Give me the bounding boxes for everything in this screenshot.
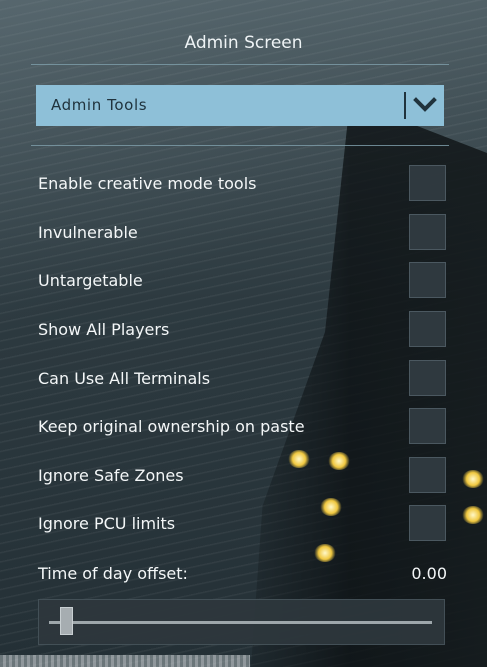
- time-offset-slider[interactable]: [38, 599, 445, 645]
- untargetable-checkbox[interactable]: [409, 262, 446, 298]
- option-label: Can Use All Terminals: [38, 369, 211, 388]
- option-row-show-all-players[interactable]: Show All Players: [38, 311, 446, 349]
- option-label: Ignore PCU limits: [38, 514, 176, 533]
- option-label: Enable creative mode tools: [38, 174, 257, 193]
- invulnerable-checkbox[interactable]: [409, 214, 446, 250]
- option-label: Invulnerable: [38, 223, 138, 242]
- option-label: Show All Players: [38, 320, 170, 339]
- time-offset-label: Time of day offset:: [38, 564, 188, 583]
- slider-thumb[interactable]: [60, 607, 74, 635]
- option-row-untargetable[interactable]: Untargetable: [38, 262, 446, 300]
- chevron-down-icon[interactable]: [412, 92, 438, 118]
- panel-title: Admin Screen: [184, 33, 303, 53]
- option-row-keep-ownership[interactable]: Keep original ownership on paste: [38, 408, 446, 446]
- dropdown-separator: [404, 92, 406, 119]
- option-row-ignore-pcu[interactable]: Ignore PCU limits: [38, 505, 446, 543]
- time-offset-value: 0.00: [411, 564, 447, 583]
- ignore-pcu-checkbox[interactable]: [409, 505, 446, 541]
- admin-screen-panel: Admin Screen Admin Tools Enable creative…: [0, 0, 487, 667]
- option-label: Ignore Safe Zones: [38, 466, 184, 485]
- keep-ownership-checkbox[interactable]: [409, 408, 446, 444]
- ignore-safe-zones-checkbox[interactable]: [409, 457, 446, 493]
- option-row-invulnerable[interactable]: Invulnerable: [38, 214, 446, 252]
- option-label: Keep original ownership on paste: [38, 417, 305, 436]
- creative-tools-checkbox[interactable]: [409, 165, 446, 201]
- divider: [31, 64, 449, 65]
- admin-mode-dropdown[interactable]: Admin Tools: [36, 85, 444, 126]
- all-terminals-checkbox[interactable]: [409, 360, 446, 396]
- option-row-ignore-safe-zones[interactable]: Ignore Safe Zones: [38, 457, 446, 495]
- option-label: Untargetable: [38, 271, 143, 290]
- option-row-all-terminals[interactable]: Can Use All Terminals: [38, 360, 446, 398]
- option-row-creative-tools[interactable]: Enable creative mode tools: [38, 165, 446, 203]
- slider-track[interactable]: [49, 621, 432, 624]
- divider: [31, 145, 449, 146]
- show-all-players-checkbox[interactable]: [409, 311, 446, 347]
- dropdown-selected-value: Admin Tools: [51, 96, 148, 114]
